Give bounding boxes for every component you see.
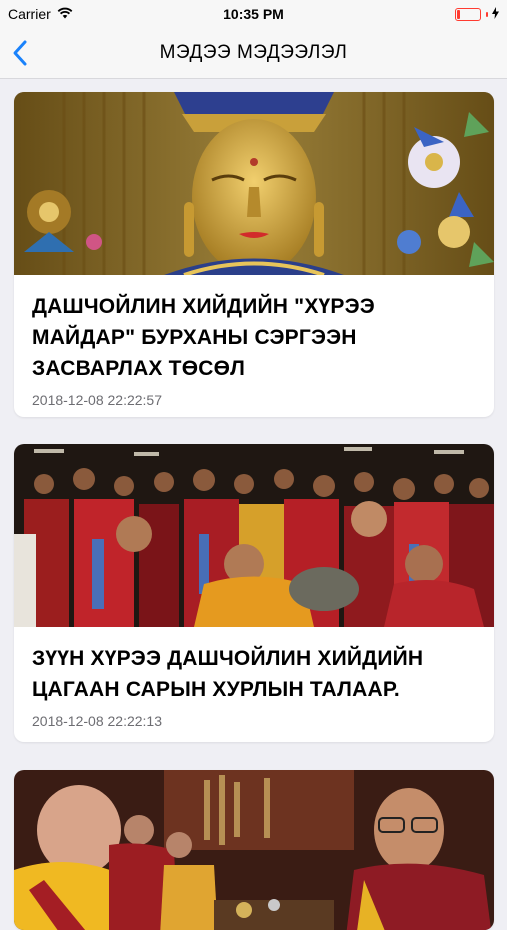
news-date: 2018-12-08 22:22:13 bbox=[32, 713, 162, 729]
news-image-monks-ritual[interactable] bbox=[14, 770, 494, 930]
battery-cap bbox=[486, 11, 488, 17]
status-right bbox=[455, 6, 499, 22]
status-time: 10:35 PM bbox=[223, 6, 284, 22]
news-title[interactable]: ДАШЧОЙЛИН ХИЙДИЙН "ХҮРЭЭ МАЙДАР" БУРХАНЫ… bbox=[32, 291, 476, 384]
news-image-maitreya-statue[interactable] bbox=[14, 92, 494, 275]
news-date: 2018-12-08 22:22:57 bbox=[32, 392, 162, 408]
news-card[interactable] bbox=[14, 770, 494, 930]
battery-icon bbox=[455, 7, 481, 21]
news-card[interactable]: ЗҮҮН ХҮРЭЭ ДАШЧОЙЛИН ХИЙДИЙН ЦАГААН САРЫ… bbox=[14, 444, 494, 742]
navigation-bar: МЭДЭЭ МЭДЭЭЛЭЛ bbox=[0, 28, 507, 79]
news-card-body: ЗҮҮН ХҮРЭЭ ДАШЧОЙЛИН ХИЙДИЙН ЦАГААН САРЫ… bbox=[14, 627, 494, 729]
news-title[interactable]: ЗҮҮН ХҮРЭЭ ДАШЧОЙЛИН ХИЙДИЙН ЦАГААН САРЫ… bbox=[32, 643, 476, 705]
page-title: МЭДЭЭ МЭДЭЭЛЭЛ bbox=[159, 42, 348, 63]
battery-level-fill bbox=[457, 9, 460, 19]
charging-bolt-icon bbox=[492, 6, 499, 22]
news-image-monks-ceremony[interactable] bbox=[14, 444, 494, 627]
news-card[interactable]: ДАШЧОЙЛИН ХИЙДИЙН "ХҮРЭЭ МАЙДАР" БУРХАНЫ… bbox=[14, 92, 494, 417]
news-card-body: ДАШЧОЙЛИН ХИЙДИЙН "ХҮРЭЭ МАЙДАР" БУРХАНЫ… bbox=[14, 275, 494, 408]
status-bar: Carrier 10:35 PM bbox=[0, 0, 507, 28]
